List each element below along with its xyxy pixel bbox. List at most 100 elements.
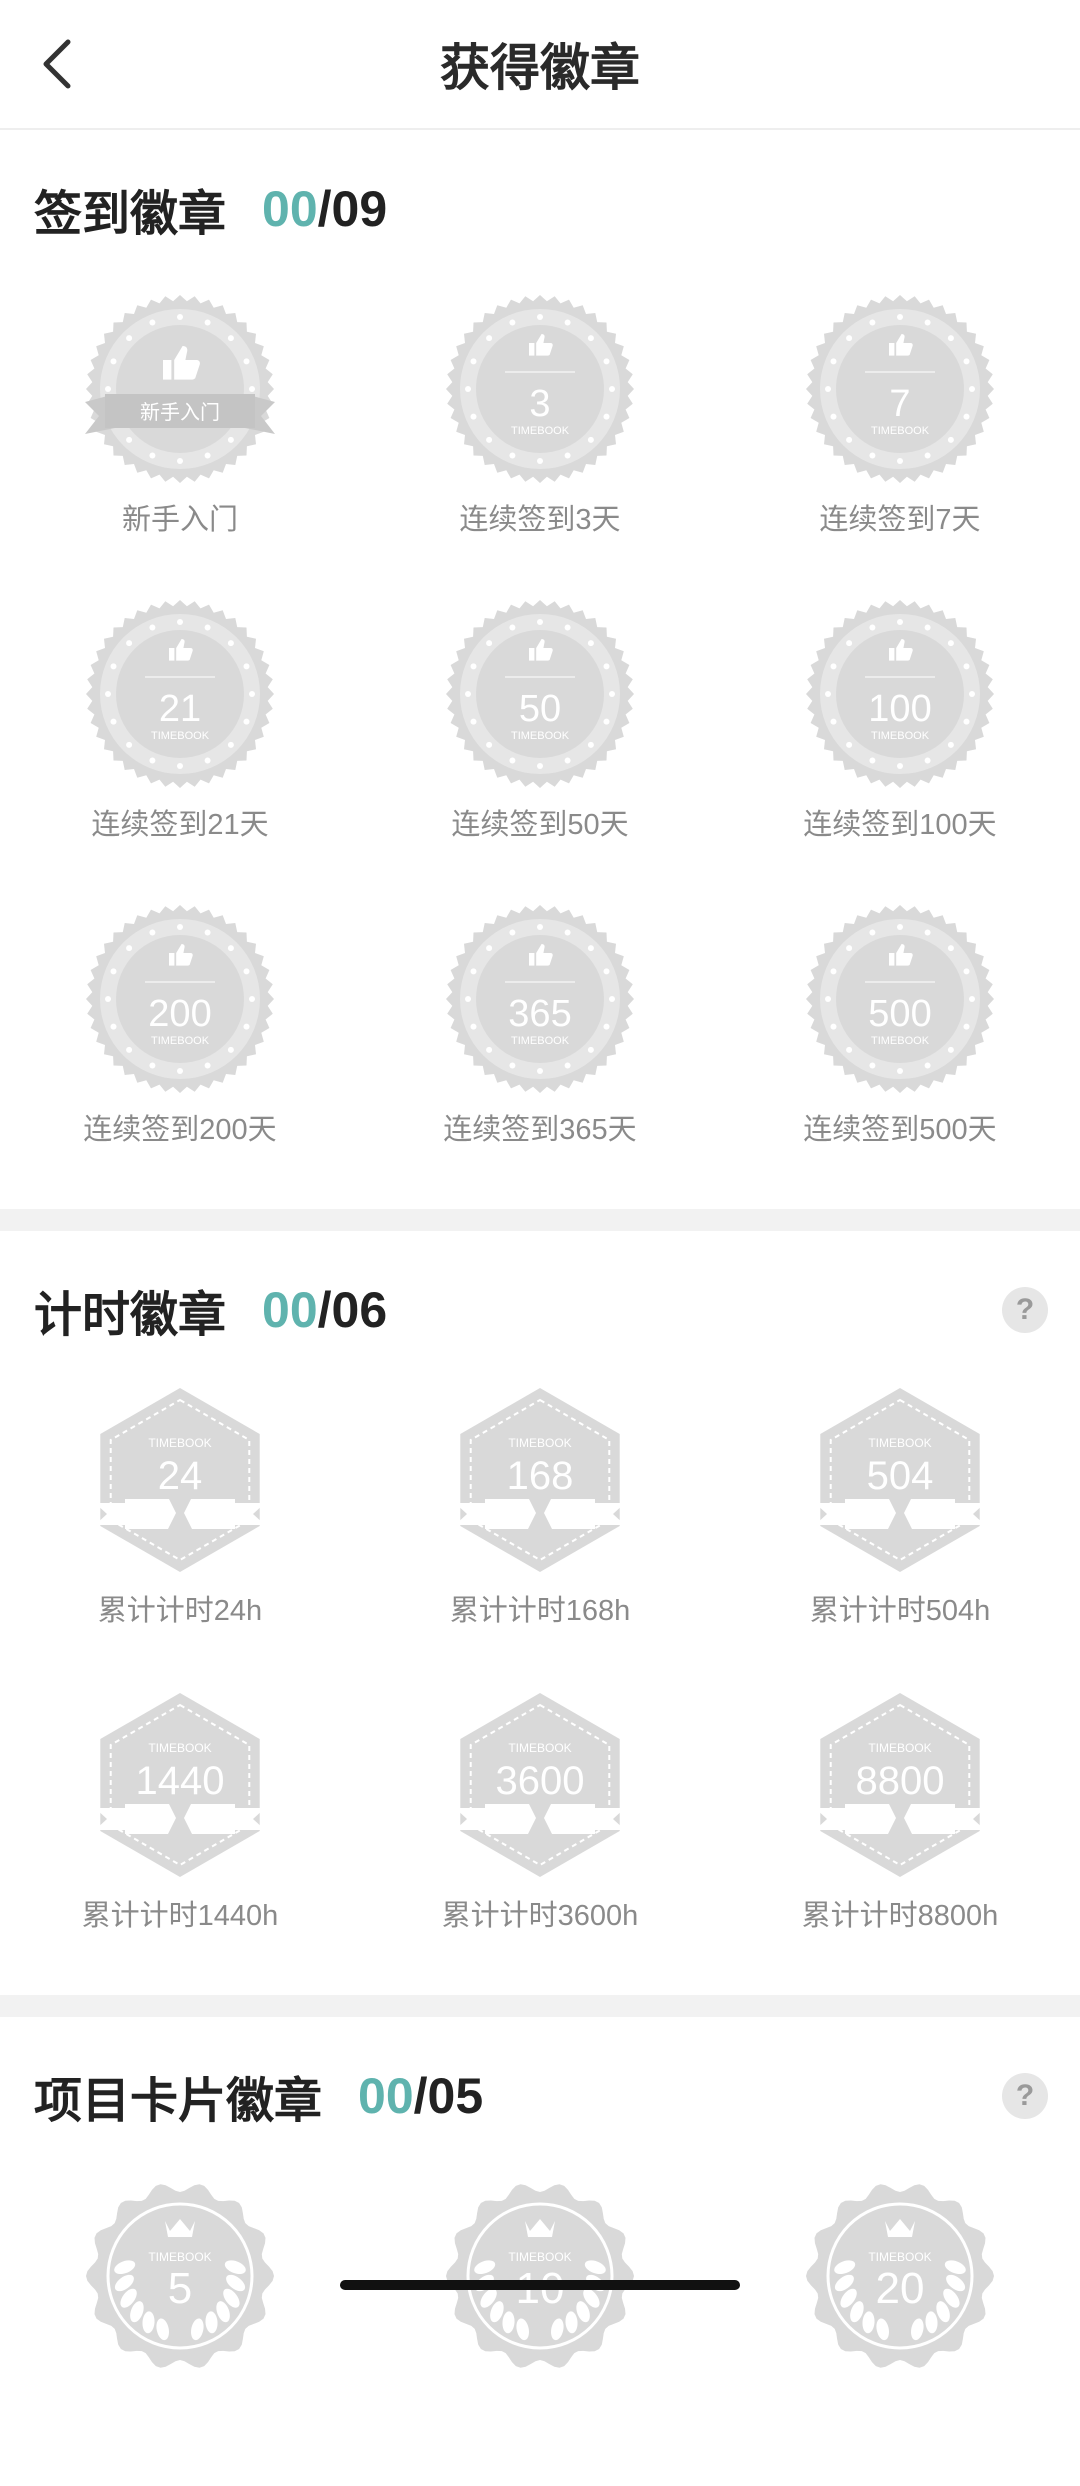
badge-value: 500 <box>868 993 931 1035</box>
badge-item[interactable]: TIMEBOOK 8800 累计计时8800h <box>720 1690 1080 1995</box>
section-divider <box>0 1995 1080 2017</box>
badge-brand: TIMEBOOK <box>151 1035 210 1047</box>
badge-item[interactable]: 21 TIMEBOOK 连续签到21天 <box>0 599 360 904</box>
badge-brand: TIMEBOOK <box>508 1436 571 1450</box>
project-badge-icon: TIMEBOOK10 <box>446 2184 634 2368</box>
badge-label: 连续签到7天 <box>819 504 981 536</box>
checkin-badge-icon: 100TIMEBOOK <box>806 600 994 788</box>
timer-badge-icon: TIMEBOOK 3600 <box>455 1693 625 1877</box>
timer-badge-icon: TIMEBOOK 24 <box>95 1388 265 1572</box>
badge-label: 累计计时8800h <box>801 1900 999 1932</box>
badge-brand: TIMEBOOK <box>871 730 930 742</box>
badge-brand: TIMEBOOK <box>508 1741 571 1755</box>
badge-item[interactable]: 100 TIMEBOOK 连续签到100天 <box>720 599 1080 904</box>
badge-value: 3 <box>529 383 550 425</box>
checkin-badge-icon: 365TIMEBOOK <box>446 905 634 1093</box>
checkin-badge-icon: 7TIMEBOOK <box>806 295 994 483</box>
badge-grid: TIMEBOOK5TIMEBOOK10TIMEBOOK20 <box>0 2151 1080 2486</box>
checkin-badge-icon: 新手入门 <box>85 295 275 483</box>
badge-label: 新手入门 <box>121 504 238 536</box>
page-title: 获得徽章 <box>440 40 640 96</box>
badge-brand: TIMEBOOK <box>871 425 930 437</box>
badge-label: 连续签到50天 <box>451 809 629 841</box>
badge-brand: TIMEBOOK <box>151 730 210 742</box>
badge-value: 1440 <box>136 1759 225 1803</box>
badge-label: 连续签到365天 <box>443 1114 637 1146</box>
badge-value: 100 <box>868 688 931 730</box>
badge-brand: TIMEBOOK <box>868 1741 931 1755</box>
section-title: 项目卡片徽章 <box>34 2075 323 2128</box>
badge-item[interactable]: TIMEBOOK10 <box>360 2181 720 2486</box>
badge-ribbon-text: 新手入门 <box>140 400 220 424</box>
badge-value: 3600 <box>496 1759 585 1803</box>
badge-brand: TIMEBOOK <box>148 1741 211 1755</box>
badge-progress-count: 00/05 <box>358 2068 484 2124</box>
timer-badge-icon: TIMEBOOK 504 <box>815 1388 985 1572</box>
home-indicator <box>340 2280 740 2290</box>
badge-brand: TIMEBOOK <box>511 425 570 437</box>
badge-item[interactable]: TIMEBOOK 24 累计计时24h <box>0 1385 360 1690</box>
badge-brand: TIMEBOOK <box>148 1436 211 1450</box>
badge-value: 200 <box>148 993 211 1035</box>
checkin-badge-icon: 200TIMEBOOK <box>86 905 274 1093</box>
badge-label: 连续签到100天 <box>803 809 997 841</box>
badge-grid: 新手入门 新手入门 3 TIMEBOOK 连续签到3天 7 TIMEBOOK 连续签到7天 21… <box>0 264 1080 1209</box>
badge-brand: TIMEBOOK <box>868 2250 931 2264</box>
help-button[interactable]: ? <box>1002 2073 1048 2119</box>
section-title: 签到徽章 <box>34 188 227 241</box>
badge-label: 累计计时168h <box>449 1595 631 1627</box>
badge-grid: TIMEBOOK 24 累计计时24h TIMEBOOK 168 累计计时168h TIME… <box>0 1365 1080 1995</box>
badge-brand: TIMEBOOK <box>871 1035 930 1047</box>
checkin-badge-icon: 500TIMEBOOK <box>806 905 994 1093</box>
section-header: 签到徽章 00/09 <box>0 154 1080 264</box>
badge-label: 累计计时1440h <box>81 1900 279 1932</box>
badge-value: 24 <box>158 1454 203 1498</box>
checkin-badges-section: 签到徽章 00/09 新手入门 新手入门 3 TIMEBOOK 连续签到3天 7 TIMEB… <box>0 130 1080 1209</box>
badge-label: 累计计时504h <box>809 1595 991 1627</box>
badge-item[interactable]: TIMEBOOK 168 累计计时168h <box>360 1385 720 1690</box>
badge-item[interactable]: 新手入门 新手入门 <box>0 294 360 599</box>
badge-item[interactable]: 200 TIMEBOOK 连续签到200天 <box>0 904 360 1209</box>
badge-item[interactable]: TIMEBOOK 20 <box>720 2181 1080 2486</box>
badge-label: 连续签到3天 <box>459 504 621 536</box>
badge-item[interactable]: TIMEBOOK 1440 累计计时1440h <box>0 1690 360 1995</box>
badge-value: 504 <box>867 1454 934 1498</box>
timer-badge-icon: TIMEBOOK 1440 <box>95 1693 265 1877</box>
badge-item[interactable]: 365 TIMEBOOK 连续签到365天 <box>360 904 720 1209</box>
checkin-badge-icon: 3TIMEBOOK <box>446 295 634 483</box>
timer-badge-icon: TIMEBOOK 168 <box>455 1388 625 1572</box>
badge-brand: TIMEBOOK <box>868 1436 931 1450</box>
badge-item[interactable]: TIMEBOOK 504 累计计时504h <box>720 1385 1080 1690</box>
badge-item[interactable]: 500 TIMEBOOK 连续签到500天 <box>720 904 1080 1209</box>
badge-item[interactable]: TIMEBOOK 5 <box>0 2181 360 2486</box>
project-badge-icon: TIMEBOOK20 <box>806 2184 994 2368</box>
badge-brand: TIMEBOOK <box>511 1035 570 1047</box>
badge-brand: TIMEBOOK <box>508 2250 571 2264</box>
navigation-bar: 获得徽章 <box>0 0 1080 130</box>
project-badge-icon: TIMEBOOK5 <box>86 2184 274 2368</box>
timer-badges-section: 计时徽章 00/06 ? TIMEBOOK 24 累计计时24h TIMEBOOK 16… <box>0 1231 1080 1995</box>
section-header: 项目卡片徽章 00/05 ? <box>0 2041 1080 2151</box>
help-button[interactable]: ? <box>1002 1287 1048 1333</box>
checkin-badge-icon: 50TIMEBOOK <box>446 600 634 788</box>
badge-progress-count: 00/09 <box>262 181 388 237</box>
badge-item[interactable]: 50 TIMEBOOK 连续签到50天 <box>360 599 720 904</box>
badge-item[interactable]: 3 TIMEBOOK 连续签到3天 <box>360 294 720 599</box>
checkin-badge-icon: 21TIMEBOOK <box>86 600 274 788</box>
badge-label: 连续签到21天 <box>91 809 269 841</box>
badge-progress-count: 00/06 <box>262 1282 388 1338</box>
badge-value: 8800 <box>856 1759 945 1803</box>
badge-label: 连续签到200天 <box>83 1114 277 1146</box>
badge-brand: TIMEBOOK <box>148 2250 211 2264</box>
section-header: 计时徽章 00/06 ? <box>0 1255 1080 1365</box>
badge-label: 累计计时3600h <box>441 1900 639 1932</box>
badge-value: 7 <box>889 383 910 425</box>
badge-label: 连续签到500天 <box>803 1114 997 1146</box>
badge-value: 50 <box>519 688 561 730</box>
badge-value: 21 <box>159 688 201 730</box>
badge-value: 5 <box>168 2264 192 2313</box>
badge-item[interactable]: TIMEBOOK 3600 累计计时3600h <box>360 1690 720 1995</box>
project-card-badges-section: 项目卡片徽章 00/05 ? TIMEBOOK5TIMEBOOK10TIMEBO… <box>0 2017 1080 2486</box>
badge-item[interactable]: 7 TIMEBOOK 连续签到7天 <box>720 294 1080 599</box>
section-divider <box>0 1209 1080 1231</box>
